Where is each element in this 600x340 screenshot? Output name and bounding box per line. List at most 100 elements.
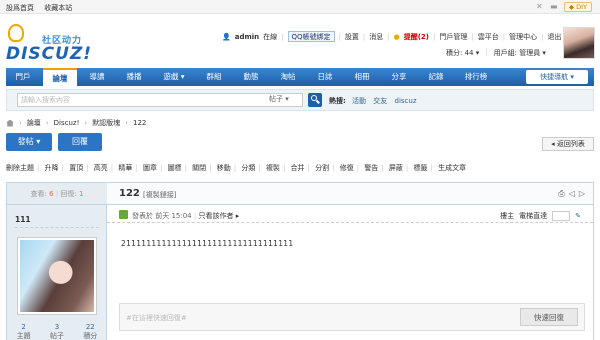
main-nav: 門戶 論壇 導讀 播播 遊戲 ▾ 群組 動態 淘帖 日誌 相冊 分享 記錄 排行…	[6, 68, 594, 86]
thread-title: 122	[119, 188, 140, 199]
nav-guide[interactable]: 導讀	[80, 68, 114, 86]
messages-link[interactable]: 消息	[369, 32, 383, 42]
hot-keyword[interactable]: discuz	[395, 97, 417, 105]
author-avatar[interactable]	[17, 237, 97, 315]
nav-doing[interactable]: 記錄	[419, 68, 453, 86]
next-thread-icon[interactable]: ▷	[579, 189, 585, 199]
floor-info: 樓主 電梯直達 ✎	[500, 211, 581, 221]
close-icon[interactable]: ✕	[536, 3, 544, 11]
settings-link[interactable]: 設置	[345, 32, 359, 42]
favorite-link[interactable]: 收藏本站	[44, 4, 72, 12]
mod-digest[interactable]: 精華	[118, 164, 132, 172]
mod-bump[interactable]: 升降	[45, 164, 59, 172]
nav-share[interactable]: 分享	[382, 68, 416, 86]
fast-reply-box: #在這裡快速回復# 快速回復	[119, 303, 585, 331]
points-text: 積分: 44	[446, 49, 474, 57]
views-label: 查看:	[30, 190, 47, 198]
avatar[interactable]	[563, 27, 595, 59]
search-button[interactable]	[308, 93, 322, 107]
back-to-list-button[interactable]: ◂ 返回列表	[542, 137, 594, 151]
post-table: 查看: 6 | 回復: 1 111 2 主題 3 帖子 22 積分 122 [複製鏈接…	[6, 182, 594, 340]
cloud-link[interactable]: 雲平台	[478, 32, 499, 42]
mod-make-article[interactable]: 生成文章	[438, 164, 466, 172]
breadcrumb-forum[interactable]: 論壇	[27, 118, 41, 128]
diy-button[interactable]: ◆ DIY	[564, 2, 592, 12]
nav-ranklist[interactable]: 排行榜	[456, 68, 496, 86]
nav-forum[interactable]: 論壇	[43, 68, 77, 86]
nav-album[interactable]: 相冊	[345, 68, 379, 86]
user-points-bar: 積分: 44 ▾ | 用戶組: 管理員 ▾	[446, 48, 546, 58]
thread-title-row: 122 [複製鏈接] ⎙ ◁ ▷	[107, 183, 593, 205]
fast-reply-button[interactable]: 快速回復	[520, 308, 578, 326]
search-scope-label: 帖子	[269, 95, 283, 103]
site-logo[interactable]: 社区动力 DISCUZ!	[6, 24, 116, 64]
set-home-link[interactable]: 設爲首頁	[6, 4, 34, 12]
thread-stats: 查看: 6 | 回復: 1	[7, 183, 107, 205]
home-icon[interactable]	[6, 119, 14, 127]
mod-split[interactable]: 分割	[315, 164, 329, 172]
floor-jump-input[interactable]	[552, 211, 571, 221]
mod-icon[interactable]: 圖標	[168, 164, 182, 172]
new-post-button[interactable]: 發帖 ▾	[6, 133, 52, 151]
post-time: 發表於 前天 15:04	[132, 212, 192, 220]
mod-close[interactable]: 關閉	[192, 164, 206, 172]
breadcrumb-discuz[interactable]: Discuz!	[54, 119, 80, 127]
hot-keyword[interactable]: 交友	[373, 97, 387, 105]
only-author-link[interactable]: 只看該作者	[198, 212, 233, 220]
notifications-link[interactable]: 提醒(2)	[404, 32, 429, 42]
thread-tools: ⎙ ◁ ▷	[558, 189, 585, 199]
stat-label: 帖子	[49, 332, 64, 340]
search-scope-select[interactable]: 帖子 ▾	[269, 94, 289, 104]
qq-bind-button[interactable]: QQ帳號綁定	[287, 31, 335, 42]
prev-thread-icon[interactable]: ◁	[569, 189, 575, 199]
mod-copy[interactable]: 複製	[266, 164, 280, 172]
admin-center-link[interactable]: 管理中心	[509, 32, 537, 42]
post-meta: 發表於 前天 15:04 | 只看該作者 ▸	[132, 212, 240, 220]
stat-posts[interactable]: 3 帖子	[50, 323, 64, 340]
stat-credits[interactable]: 22 積分	[83, 323, 97, 340]
mod-move[interactable]: 移動	[217, 164, 231, 172]
stat-threads[interactable]: 2 主題	[17, 323, 31, 340]
user-icon: 👤	[222, 32, 231, 41]
online-status: 在線	[263, 32, 278, 41]
quick-nav-button[interactable]: 快捷導航 ▾	[526, 70, 588, 84]
nav-feed[interactable]: 動態	[234, 68, 268, 86]
breadcrumb-board[interactable]: 默認版塊	[92, 118, 120, 128]
breadcrumb-thread[interactable]: 122	[133, 119, 146, 127]
print-icon[interactable]: ⎙	[558, 189, 564, 199]
username[interactable]: admin	[235, 33, 259, 41]
group-dropdown[interactable]: 用戶組: 管理員 ▾	[494, 48, 546, 58]
mod-merge[interactable]: 合并	[291, 164, 305, 172]
mod-stamp[interactable]: 圖章	[143, 164, 157, 172]
mod-ban[interactable]: 屏蔽	[389, 164, 403, 172]
mod-stick[interactable]: 置頂	[69, 164, 83, 172]
nav-broadcast[interactable]: 播播	[117, 68, 151, 86]
mod-repair[interactable]: 修復	[340, 164, 354, 172]
nav-blog[interactable]: 日誌	[308, 68, 342, 86]
author-name[interactable]: 111	[15, 215, 31, 224]
logout-link[interactable]: 退出	[547, 32, 561, 42]
mod-highlight[interactable]: 高亮	[94, 164, 108, 172]
mod-delete[interactable]: 刪除主題	[6, 164, 34, 172]
goto-label: 電梯直達	[519, 212, 548, 220]
nav-portal[interactable]: 門戶	[6, 68, 40, 86]
quick-nav-label: 快捷導航	[540, 73, 569, 81]
nav-collections[interactable]: 淘帖	[271, 68, 305, 86]
nav-groups[interactable]: 群組	[197, 68, 231, 86]
search-input[interactable]: 請輸入搜索內容	[17, 93, 303, 107]
nav-games[interactable]: 遊戲 ▾	[154, 68, 194, 86]
fast-reply-input[interactable]: #在這裡快速回復#	[126, 313, 187, 323]
mod-warn[interactable]: 警告	[364, 164, 378, 172]
copy-link[interactable]: [複製鏈接]	[143, 190, 176, 200]
stat-value: 22	[85, 323, 95, 331]
hot-keyword[interactable]: 活動	[352, 97, 366, 105]
points-dropdown[interactable]: 積分: 44 ▾	[446, 48, 479, 58]
floor-go-icon[interactable]: ✎	[575, 212, 581, 220]
portal-admin-link[interactable]: 門戶管理	[439, 32, 467, 42]
reply-button[interactable]: 回覆	[58, 133, 102, 151]
mod-tags[interactable]: 標籤	[414, 164, 428, 172]
mod-classify[interactable]: 分類	[241, 164, 255, 172]
breadcrumb: › 論壇 › Discuz! › 默認版塊 › 122	[6, 118, 146, 128]
minimize-icon[interactable]: ▬	[550, 3, 558, 11]
post-main: 122 [複製鏈接] ⎙ ◁ ▷ 發表於 前天 15:04 | 只看該作者 ▸ …	[107, 183, 593, 340]
